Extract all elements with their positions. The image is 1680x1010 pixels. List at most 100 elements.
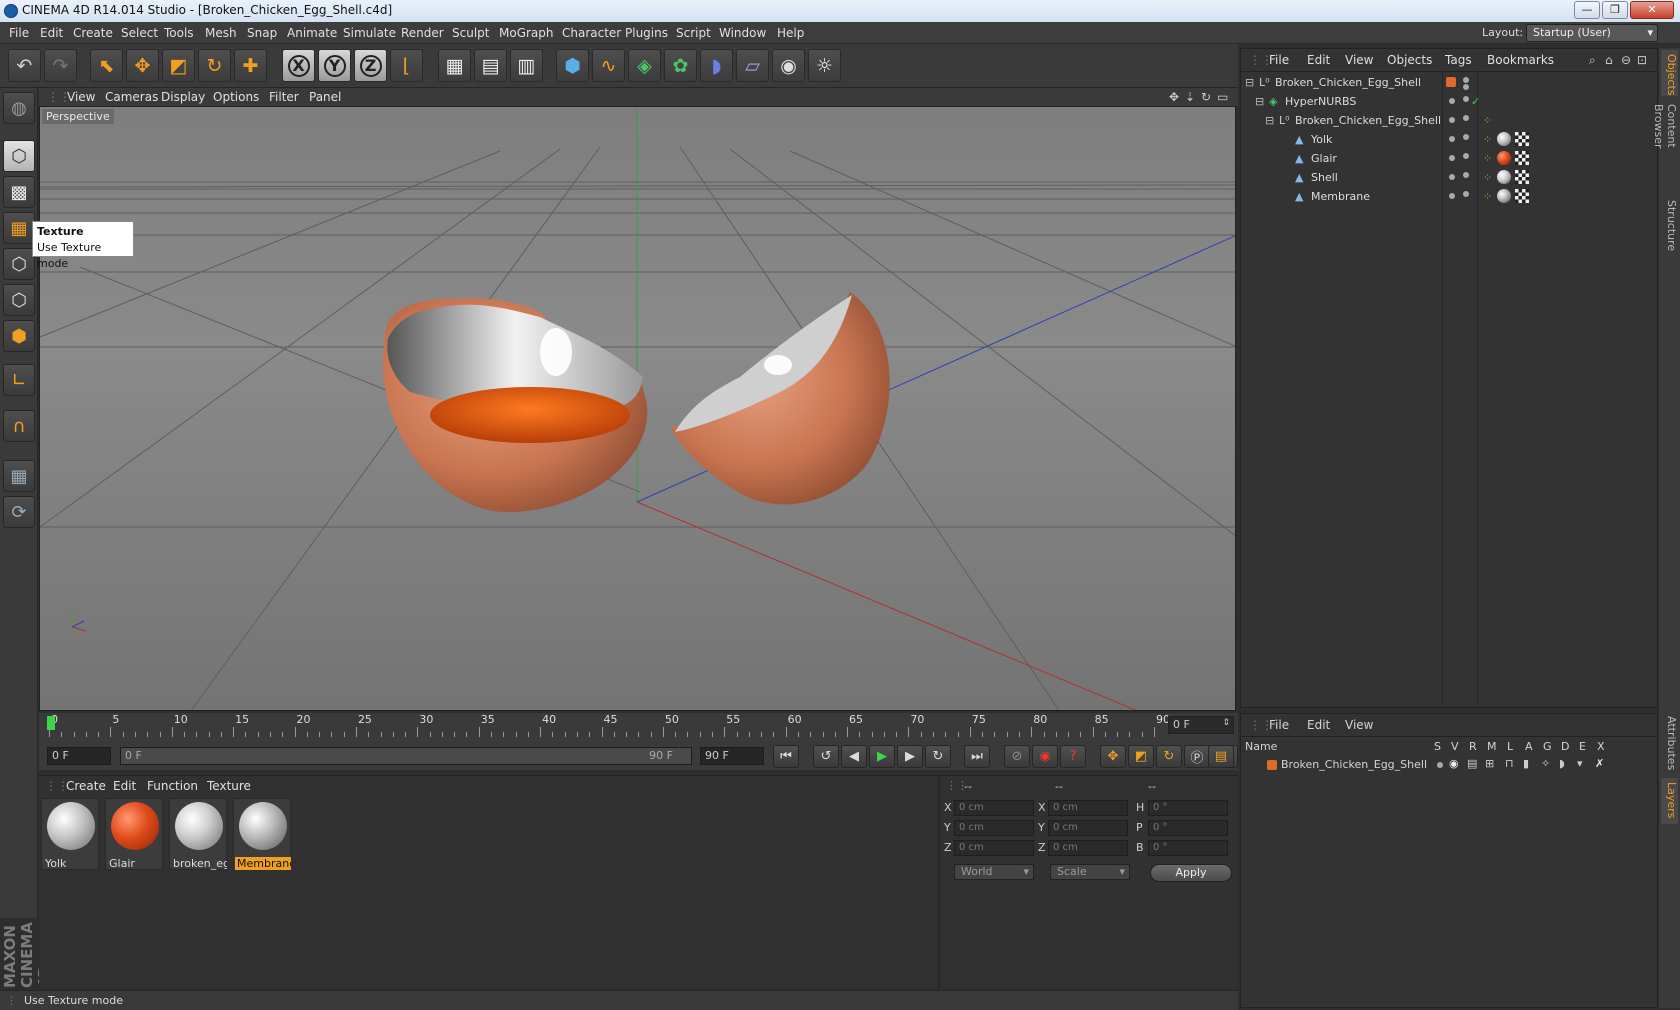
material-menu-create[interactable]: Create (66, 779, 106, 793)
render-visibility-dot[interactable] (1463, 96, 1469, 102)
render-settings-button[interactable]: ▥ (510, 49, 543, 82)
render-visibility-dot[interactable] (1463, 84, 1469, 90)
playhead-marker[interactable] (47, 716, 55, 730)
scale-tool-button[interactable]: ◩ (162, 49, 195, 82)
key-parameter-button[interactable]: Ⓟ (1184, 745, 1210, 768)
render-visibility-dot[interactable] (1463, 172, 1469, 178)
search-icon[interactable]: ⌕ (1589, 53, 1596, 68)
render-visibility-dot[interactable] (1463, 153, 1469, 159)
frame-range-slider[interactable]: 0 F 90 F (120, 747, 692, 765)
material-swatch-yolk[interactable]: Yolk (41, 798, 99, 870)
eye-icon[interactable]: ◉ (1449, 757, 1459, 770)
viewport-rotate-icon[interactable]: ↻ (1201, 90, 1211, 104)
menu-help[interactable]: Help (777, 26, 804, 40)
size-x-field[interactable]: 0 cm (1048, 800, 1128, 816)
layer-menu-file[interactable]: File (1269, 718, 1289, 732)
keyframe-selection-button[interactable]: ? (1060, 745, 1086, 768)
timeline-ruler[interactable]: 051015202530354045505560657075808590 0 F… (39, 713, 1238, 743)
generator-icon[interactable]: ✧ (1541, 757, 1550, 770)
menu-snap[interactable]: Snap (247, 26, 277, 40)
menu-animate[interactable]: Animate (287, 26, 337, 40)
column-locked-header[interactable]: L (1507, 740, 1513, 753)
locked-workplane-button[interactable]: ⟳ (3, 496, 35, 528)
column-xref-header[interactable]: X (1597, 740, 1605, 753)
end-frame-field[interactable]: 90 F (700, 747, 764, 765)
object-row-shell[interactable]: ▲ Shell ⁘ (1241, 168, 1657, 187)
z-axis-lock-button[interactable]: Z (354, 49, 387, 82)
viewport-maximize-icon[interactable]: ▭ (1217, 90, 1228, 104)
key-rotation-button[interactable]: ↻ (1156, 745, 1182, 768)
object-menu-edit[interactable]: Edit (1307, 53, 1330, 67)
object-row-hypernurbs[interactable]: ⊟ ◈ HyperNURBS ✓ (1241, 92, 1657, 111)
tab-attributes[interactable]: Attributes (1661, 712, 1678, 774)
material-swatch-broken-eg[interactable]: broken_eg (169, 798, 227, 870)
layout-select[interactable]: Startup (User) ▾ (1526, 24, 1658, 42)
key-scale-button[interactable]: ◩ (1128, 745, 1154, 768)
object-row-yolk[interactable]: ▲ Yolk ⁘ (1241, 130, 1657, 149)
points-mode-button[interactable]: ⬡ (3, 248, 35, 280)
layer-menu-view[interactable]: View (1345, 718, 1373, 732)
menu-character[interactable]: Character (562, 26, 621, 40)
add-nurbs-button[interactable]: ◈ (628, 49, 661, 82)
uvw-tag-icon[interactable] (1515, 132, 1529, 146)
y-axis-lock-button[interactable]: Y (318, 49, 351, 82)
add-deformer-button[interactable]: ◗ (700, 49, 733, 82)
model-mode-button[interactable]: ⬡ (3, 140, 35, 172)
perspective-viewport[interactable]: Perspective (39, 106, 1236, 711)
record-active-button[interactable]: ⊘ (1004, 745, 1030, 768)
position-x-field[interactable]: 0 cm (954, 800, 1034, 816)
tab-objects[interactable]: Objects (1661, 50, 1678, 96)
viewport-move-icon[interactable]: ✥ (1169, 90, 1179, 104)
phong-tag-icon[interactable]: ⁘ (1483, 114, 1492, 127)
phong-tag-icon[interactable]: ⁘ (1483, 152, 1492, 165)
tab-layers[interactable]: Layers (1661, 778, 1678, 824)
phong-tag-icon[interactable]: ⁘ (1483, 133, 1492, 146)
column-generators-header[interactable]: G (1543, 740, 1552, 753)
lock-icon[interactable]: ⊓ (1505, 757, 1514, 770)
material-swatch-membrane[interactable]: Membrane (233, 798, 291, 870)
collapse-icon[interactable]: ⊟ (1245, 76, 1254, 89)
uvw-tag-icon[interactable] (1515, 170, 1529, 184)
material-tag-icon[interactable] (1497, 189, 1511, 203)
render-visibility-dot[interactable] (1463, 115, 1469, 121)
expression-icon[interactable]: ▾ (1577, 757, 1583, 770)
edges-mode-button[interactable]: ⬡ (3, 284, 35, 316)
column-animation-header[interactable]: A (1525, 740, 1533, 753)
add-cube-button[interactable]: ⬢ (556, 49, 589, 82)
menu-tools[interactable]: Tools (164, 26, 194, 40)
viewport-menu-cameras[interactable]: Cameras (105, 90, 158, 104)
menu-create[interactable]: Create (73, 26, 113, 40)
make-editable-button[interactable]: ◍ (3, 92, 35, 124)
column-solo-header[interactable]: S (1434, 740, 1441, 753)
timeline-toggle-button[interactable]: ▤ (1208, 745, 1234, 768)
editor-visibility-dot[interactable] (1449, 117, 1455, 123)
object-menu-tags[interactable]: Tags (1445, 53, 1472, 67)
editor-visibility-dot[interactable] (1449, 155, 1455, 161)
material-tag-icon[interactable] (1497, 170, 1511, 184)
render-clapper-icon[interactable]: ▤ (1467, 757, 1477, 770)
menu-simulate[interactable]: Simulate (343, 26, 396, 40)
render-view-button[interactable]: ▦ (438, 49, 471, 82)
material-tag-icon[interactable] (1497, 151, 1511, 165)
maximize-button[interactable]: ❐ (1602, 1, 1628, 19)
render-visibility-dot[interactable] (1463, 191, 1469, 197)
material-tag-icon[interactable] (1497, 132, 1511, 146)
render-visibility-dot[interactable] (1463, 134, 1469, 140)
viewport-menu-display[interactable]: Display (161, 90, 205, 104)
undo-button[interactable]: ↶ (8, 49, 41, 82)
material-menu-function[interactable]: Function (147, 779, 198, 793)
editor-visibility-dot[interactable] (1449, 193, 1455, 199)
layer-row[interactable]: Broken_Chicken_Egg_Shell ◉ ▤ ⊞ ⊓ ▮ ✧ ◗ ▾… (1241, 756, 1657, 774)
menu-mesh[interactable]: Mesh (205, 26, 237, 40)
object-mode-button[interactable]: ▩ (3, 176, 35, 208)
expand-panel-icon[interactable]: ⊡ (1637, 53, 1647, 67)
material-menu-edit[interactable]: Edit (113, 779, 136, 793)
editor-visibility-dot[interactable] (1449, 98, 1455, 104)
rotation-h-field[interactable]: 0 ° (1148, 800, 1228, 816)
menu-render[interactable]: Render (401, 26, 444, 40)
add-camera-button[interactable]: ◉ (772, 49, 805, 82)
position-z-field[interactable]: 0 cm (954, 840, 1034, 856)
play-button[interactable]: ▶ (869, 745, 895, 768)
rotate-tool-button[interactable]: ↻ (198, 49, 231, 82)
manager-tree-icon[interactable]: ⊞ (1485, 757, 1494, 770)
